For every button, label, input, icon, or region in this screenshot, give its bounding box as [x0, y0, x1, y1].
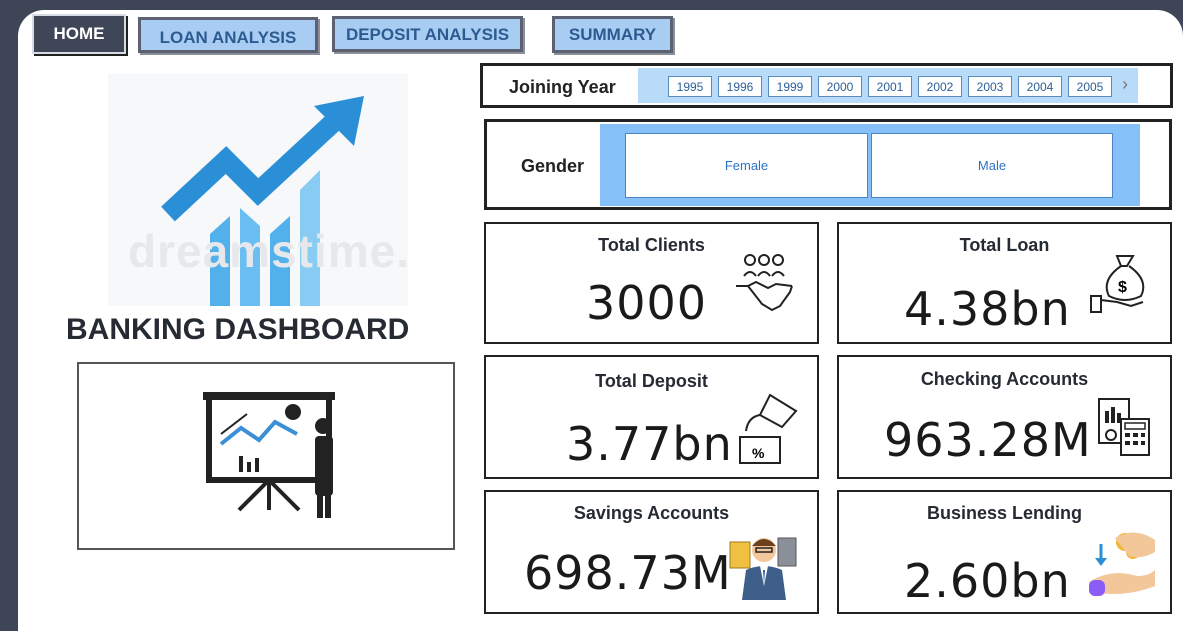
year-chip[interactable]: 1999 — [768, 76, 812, 97]
year-chip[interactable]: 1995 — [668, 76, 712, 97]
gender-chip-strip: Female Male — [600, 124, 1140, 206]
kpi-value: 963.28M — [884, 413, 1092, 467]
growth-chart-image: dreamstime. — [108, 74, 411, 306]
year-chip[interactable]: 2003 — [968, 76, 1012, 97]
kpi-label: Checking Accounts — [920, 369, 1089, 389]
kpi-total-clients: Total Clients 3000 — [484, 222, 819, 344]
kpi-value: 4.38bn — [904, 282, 1071, 336]
presentation-image — [77, 362, 455, 550]
deposit-icon: % — [739, 393, 798, 464]
kpi-value: 2.60bn — [904, 554, 1071, 608]
home-button[interactable]: HOME — [32, 14, 126, 54]
gender-slicer: Gender Female Male — [484, 119, 1172, 210]
handshake-icon — [736, 254, 793, 312]
joining-year-label: Joining Year — [509, 77, 616, 97]
year-chip[interactable]: 2001 — [868, 76, 912, 97]
gender-label: Gender — [521, 156, 585, 176]
kpi-label: Savings Accounts — [573, 503, 730, 523]
kpi-checking-accounts: Checking Accounts 963.28M — [837, 355, 1172, 479]
gender-chip-male[interactable]: Male — [871, 133, 1113, 198]
kpi-total-deposit: Total Deposit 3.77bn % — [484, 355, 819, 479]
chevron-right-icon[interactable]: › — [1122, 74, 1128, 95]
year-chip-strip: 1995 1996 1999 2000 2001 2002 2003 2004 … — [638, 68, 1138, 103]
svg-text:$: $ — [1118, 279, 1127, 296]
watermark-text: dreamstime. — [128, 225, 411, 277]
presenter-icon — [203, 392, 335, 518]
kpi-value: 3.77bn — [566, 417, 733, 471]
year-chip[interactable]: 2004 — [1018, 76, 1062, 97]
year-chip[interactable]: 1996 — [718, 76, 762, 97]
summary-button[interactable]: SUMMARY — [552, 16, 673, 53]
year-chip[interactable]: 2000 — [818, 76, 862, 97]
page-title: BANKING DASHBOARD — [66, 313, 410, 346]
kpi-value: 698.73M — [524, 546, 732, 600]
kpi-business-lending: Business Lending 2.60bn — [837, 490, 1172, 614]
businessman-icon — [729, 537, 797, 600]
kpi-total-loan: Total Loan 4.38bn $ — [837, 222, 1172, 344]
year-chip[interactable]: 2002 — [918, 76, 962, 97]
year-chip[interactable]: 2005 — [1068, 76, 1112, 97]
deposit-analysis-button[interactable]: DEPOSIT ANALYSIS — [332, 16, 523, 52]
kpi-label: Business Lending — [926, 503, 1083, 523]
lending-hands-icon — [1089, 532, 1155, 596]
kpi-label: Total Deposit — [595, 371, 708, 391]
calculator-report-icon — [1098, 398, 1150, 456]
kpi-value: 3000 — [586, 276, 708, 330]
loan-analysis-button[interactable]: LOAN ANALYSIS — [138, 17, 318, 53]
money-bag-hand-icon: $ — [1090, 255, 1145, 313]
kpi-savings-accounts: Savings Accounts 698.73M — [484, 490, 819, 614]
svg-text:%: % — [752, 445, 765, 461]
gender-chip-female[interactable]: Female — [625, 133, 868, 198]
joining-year-slicer: Joining Year 1995 1996 1999 2000 2001 20… — [480, 63, 1173, 108]
